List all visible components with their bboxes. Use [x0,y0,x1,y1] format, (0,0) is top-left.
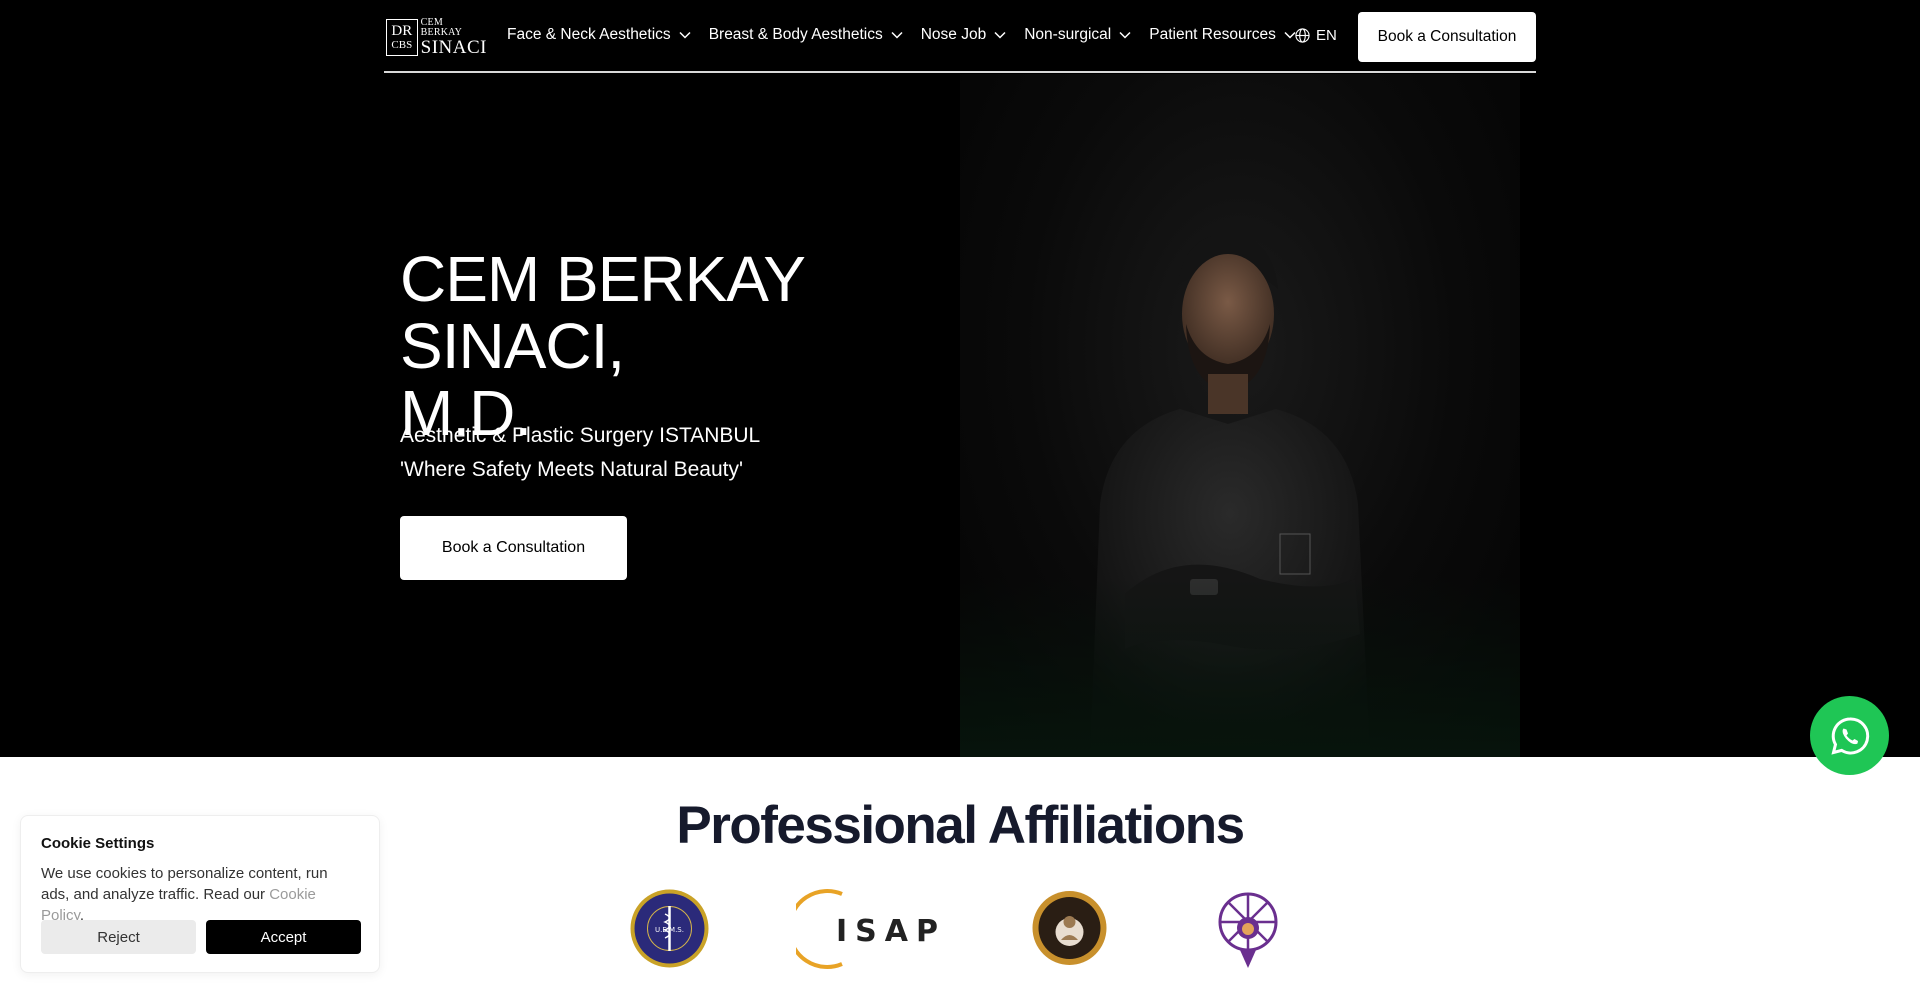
chevron-down-icon [994,31,1006,39]
hero-title: CEM BERKAY SINACI, M.D. [400,246,960,447]
whatsapp-icon [1830,716,1869,755]
hero-title-line1: CEM BERKAY SINACI, [400,243,805,382]
language-selector[interactable]: EN [1295,27,1337,44]
uems-seal-text: U.E.M.S. [655,926,684,934]
nav-book-consultation-button[interactable]: Book a Consultation [1358,12,1536,62]
uems-seal-logo: U.E.M.S. [630,889,709,968]
menu-item-patient-resources[interactable]: Patient Resources [1149,26,1296,44]
logo-monogram-bottom: CBS [391,39,413,51]
chevron-down-icon [679,31,691,39]
purple-emblem-logo [1218,892,1278,968]
menu-item-label: Nose Job [920,26,987,43]
menu-item-label: Non-surgical [1024,26,1112,43]
site-logo[interactable]: DR CBS CEM BERKAY SINACI [386,17,487,58]
menu-item-label: Breast & Body Aesthetics [708,26,883,43]
menu-item-label: Face & Neck Aesthetics [507,26,671,43]
menu-item-face-neck[interactable]: Face & Neck Aesthetics [507,26,691,44]
isaps-text: ISAPS [836,914,942,949]
hero-subtitle: Aesthetic & Plastic Surgery ISTANBUL 'Wh… [400,419,900,487]
cookie-buttons: Reject Accept [41,920,361,954]
logo-name-line1: CEM BERKAY [420,17,463,38]
chevron-down-icon [891,31,903,39]
menu-item-non-surgical[interactable]: Non-surgical [1024,26,1131,44]
cookie-reject-button[interactable]: Reject [41,920,196,954]
hero-book-consultation-button[interactable]: Book a Consultation [400,516,627,580]
top-navigation: DR CBS CEM BERKAY SINACI Face & Neck Aes… [384,12,1536,73]
cookie-accept-button[interactable]: Accept [206,920,361,954]
menu-item-breast-body[interactable]: Breast & Body Aesthetics [709,26,903,44]
hero-subtitle-line1: Aesthetic & Plastic Surgery ISTANBUL [400,424,761,447]
hero-section: DR CBS CEM BERKAY SINACI Face & Neck Aes… [0,0,1920,757]
estetik-plastik-seal-logo [1032,891,1107,965]
cookie-banner-title: Cookie Settings [41,835,155,852]
main-menu: Face & Neck Aesthetics Breast & Body Aes… [507,26,1314,44]
chevron-down-icon [1119,31,1131,39]
whatsapp-chat-button[interactable] [1810,696,1889,775]
logo-name: CEM BERKAY SINACI [420,17,487,58]
floor-glow [960,577,1520,757]
menu-item-nose-job[interactable]: Nose Job [921,26,1006,44]
cookie-banner-text: We use cookies to personalize content, r… [41,863,359,926]
globe-icon [1295,28,1310,43]
logo-monogram: DR CBS [386,19,418,56]
menu-item-label: Patient Resources [1149,26,1276,43]
logo-monogram-top: DR [391,23,413,39]
isaps-logo: ISAPS [796,889,942,969]
doctor-photo [960,74,1520,757]
logo-name-line2: SINACI [420,37,487,58]
cookie-banner: Cookie Settings We use cookies to person… [20,815,380,973]
language-label: EN [1316,27,1337,44]
hero-subtitle-line2: 'Where Safety Meets Natural Beauty' [400,458,744,481]
